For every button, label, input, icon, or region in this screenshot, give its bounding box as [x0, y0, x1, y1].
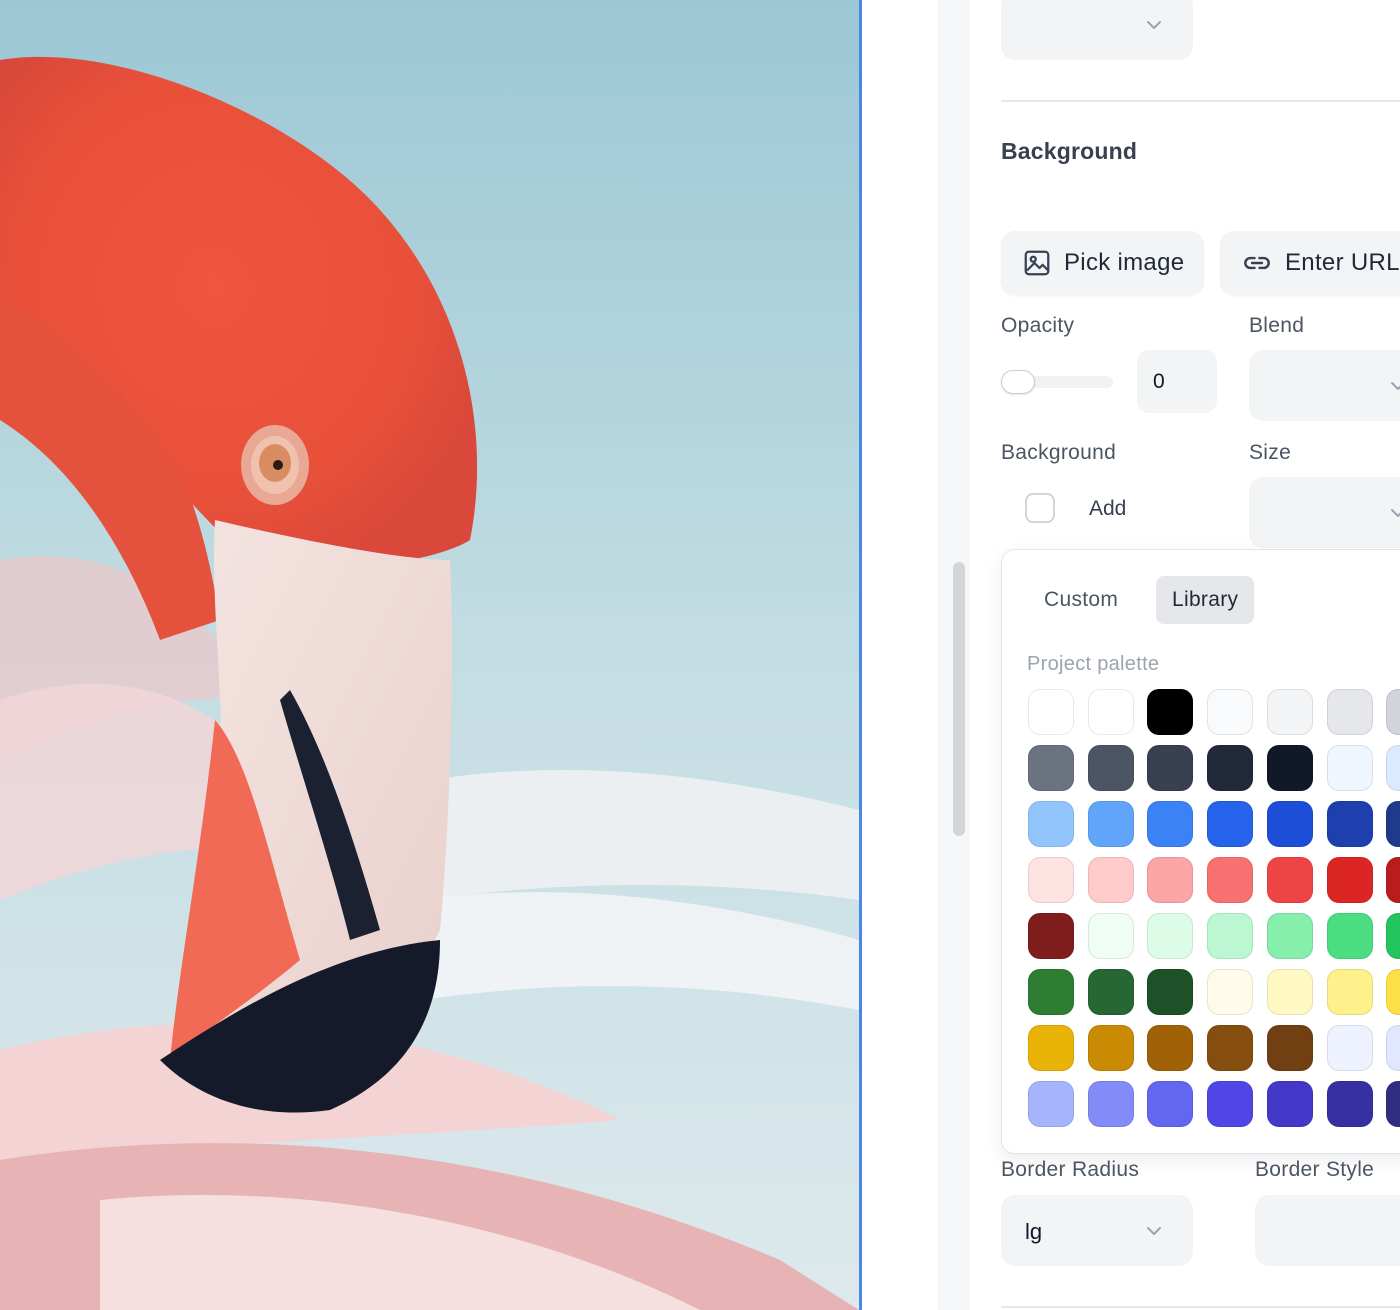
scrollbar-thumb[interactable] — [953, 562, 965, 836]
color-swatch[interactable] — [1207, 1025, 1253, 1071]
color-swatch[interactable] — [1386, 1025, 1400, 1071]
blend-select[interactable] — [1249, 350, 1400, 421]
pick-image-label: Pick image — [1064, 249, 1185, 276]
size-select[interactable] — [1249, 477, 1400, 548]
color-swatch[interactable] — [1267, 1081, 1313, 1127]
color-swatch[interactable] — [1088, 801, 1134, 847]
add-label: Add — [1089, 497, 1127, 520]
color-swatch[interactable] — [1028, 969, 1074, 1015]
border-radius-select[interactable]: lg — [1001, 1195, 1193, 1266]
color-swatch[interactable] — [1147, 857, 1193, 903]
section-divider — [1001, 100, 1400, 102]
color-swatch[interactable] — [1207, 801, 1253, 847]
chevron-down-icon — [1147, 21, 1161, 29]
color-swatch[interactable] — [1207, 857, 1253, 903]
color-swatch[interactable] — [1147, 969, 1193, 1015]
color-swatch[interactable] — [1207, 913, 1253, 959]
enter-url-button[interactable]: Enter URL — [1220, 231, 1400, 295]
color-swatch[interactable] — [1147, 1081, 1193, 1127]
color-swatch[interactable] — [1327, 745, 1373, 791]
border-radius-label: Border Radius — [1001, 1158, 1140, 1181]
section-divider — [1001, 1306, 1400, 1308]
enter-url-label: Enter URL — [1285, 249, 1400, 276]
background-section-title: Background — [1001, 138, 1138, 164]
color-swatch[interactable] — [1088, 745, 1134, 791]
color-swatch[interactable] — [1327, 857, 1373, 903]
color-swatch[interactable] — [1386, 857, 1400, 903]
color-swatch[interactable] — [1327, 1081, 1373, 1127]
color-swatch[interactable] — [1147, 1025, 1193, 1071]
color-swatch[interactable] — [1028, 1081, 1074, 1127]
color-swatch[interactable] — [1207, 689, 1253, 735]
blend-label: Blend — [1249, 314, 1305, 337]
background-add-checkbox[interactable] — [1025, 493, 1055, 523]
canvas-selection-border — [859, 0, 862, 1310]
color-swatch[interactable] — [1028, 857, 1074, 903]
color-swatch[interactable] — [1028, 745, 1074, 791]
chevron-down-icon — [1391, 509, 1400, 517]
color-swatch[interactable] — [1267, 969, 1313, 1015]
color-swatch[interactable] — [1088, 689, 1134, 735]
color-swatch[interactable] — [1028, 913, 1074, 959]
tab-custom[interactable]: Custom — [1028, 576, 1134, 624]
color-swatch[interactable] — [1028, 689, 1074, 735]
opacity-input[interactable]: 0 — [1137, 350, 1217, 413]
color-swatch[interactable] — [1267, 1025, 1313, 1071]
color-swatch[interactable] — [1327, 689, 1373, 735]
tab-library[interactable]: Library — [1156, 576, 1255, 624]
color-swatch[interactable] — [1267, 745, 1313, 791]
color-swatch[interactable] — [1088, 1025, 1134, 1071]
color-swatch[interactable] — [1207, 969, 1253, 1015]
color-swatch[interactable] — [1386, 745, 1400, 791]
color-swatch[interactable] — [1088, 1081, 1134, 1127]
color-swatch[interactable] — [1147, 745, 1193, 791]
color-swatch[interactable] — [1028, 801, 1074, 847]
color-swatch[interactable] — [1267, 857, 1313, 903]
link-icon — [1244, 256, 1270, 270]
color-swatch[interactable] — [1386, 1081, 1400, 1127]
opacity-label: Opacity — [1001, 314, 1075, 337]
color-swatch[interactable] — [1386, 801, 1400, 847]
top-select[interactable] — [1001, 0, 1193, 60]
color-swatch[interactable] — [1386, 969, 1400, 1015]
color-swatch[interactable] — [1028, 1025, 1074, 1071]
border-style-label: Border Style — [1255, 1158, 1375, 1181]
color-swatch[interactable] — [1088, 857, 1134, 903]
color-swatch[interactable] — [1147, 689, 1193, 735]
background-label: Background — [1001, 441, 1117, 464]
color-swatch[interactable] — [1267, 801, 1313, 847]
border-radius-value: lg — [1025, 1219, 1043, 1244]
flamingo-photo — [0, 0, 859, 1310]
size-label: Size — [1249, 441, 1292, 464]
color-swatch[interactable] — [1386, 689, 1400, 735]
chevron-down-icon — [1147, 1227, 1161, 1235]
chevron-down-icon — [1391, 382, 1400, 390]
color-swatch[interactable] — [1207, 1081, 1253, 1127]
color-swatch[interactable] — [1088, 913, 1134, 959]
color-swatch[interactable] — [1327, 913, 1373, 959]
canvas-image[interactable] — [0, 0, 859, 1310]
color-picker-popover: Custom Library Project palette — [1001, 549, 1400, 1154]
color-swatch[interactable] — [1207, 745, 1253, 791]
image-icon — [1024, 250, 1050, 276]
color-swatch[interactable] — [1327, 969, 1373, 1015]
opacity-slider-thumb[interactable] — [1001, 370, 1035, 394]
color-swatch[interactable] — [1147, 913, 1193, 959]
color-swatch[interactable] — [1327, 801, 1373, 847]
color-swatch[interactable] — [1327, 1025, 1373, 1071]
palette-title: Project palette — [1027, 653, 1160, 675]
color-swatch[interactable] — [1386, 913, 1400, 959]
color-swatch[interactable] — [1147, 801, 1193, 847]
color-swatch[interactable] — [1088, 969, 1134, 1015]
border-style-select[interactable] — [1255, 1195, 1400, 1266]
color-swatch[interactable] — [1267, 913, 1313, 959]
color-swatch[interactable] — [1267, 689, 1313, 735]
pick-image-button[interactable]: Pick image — [1001, 231, 1204, 295]
